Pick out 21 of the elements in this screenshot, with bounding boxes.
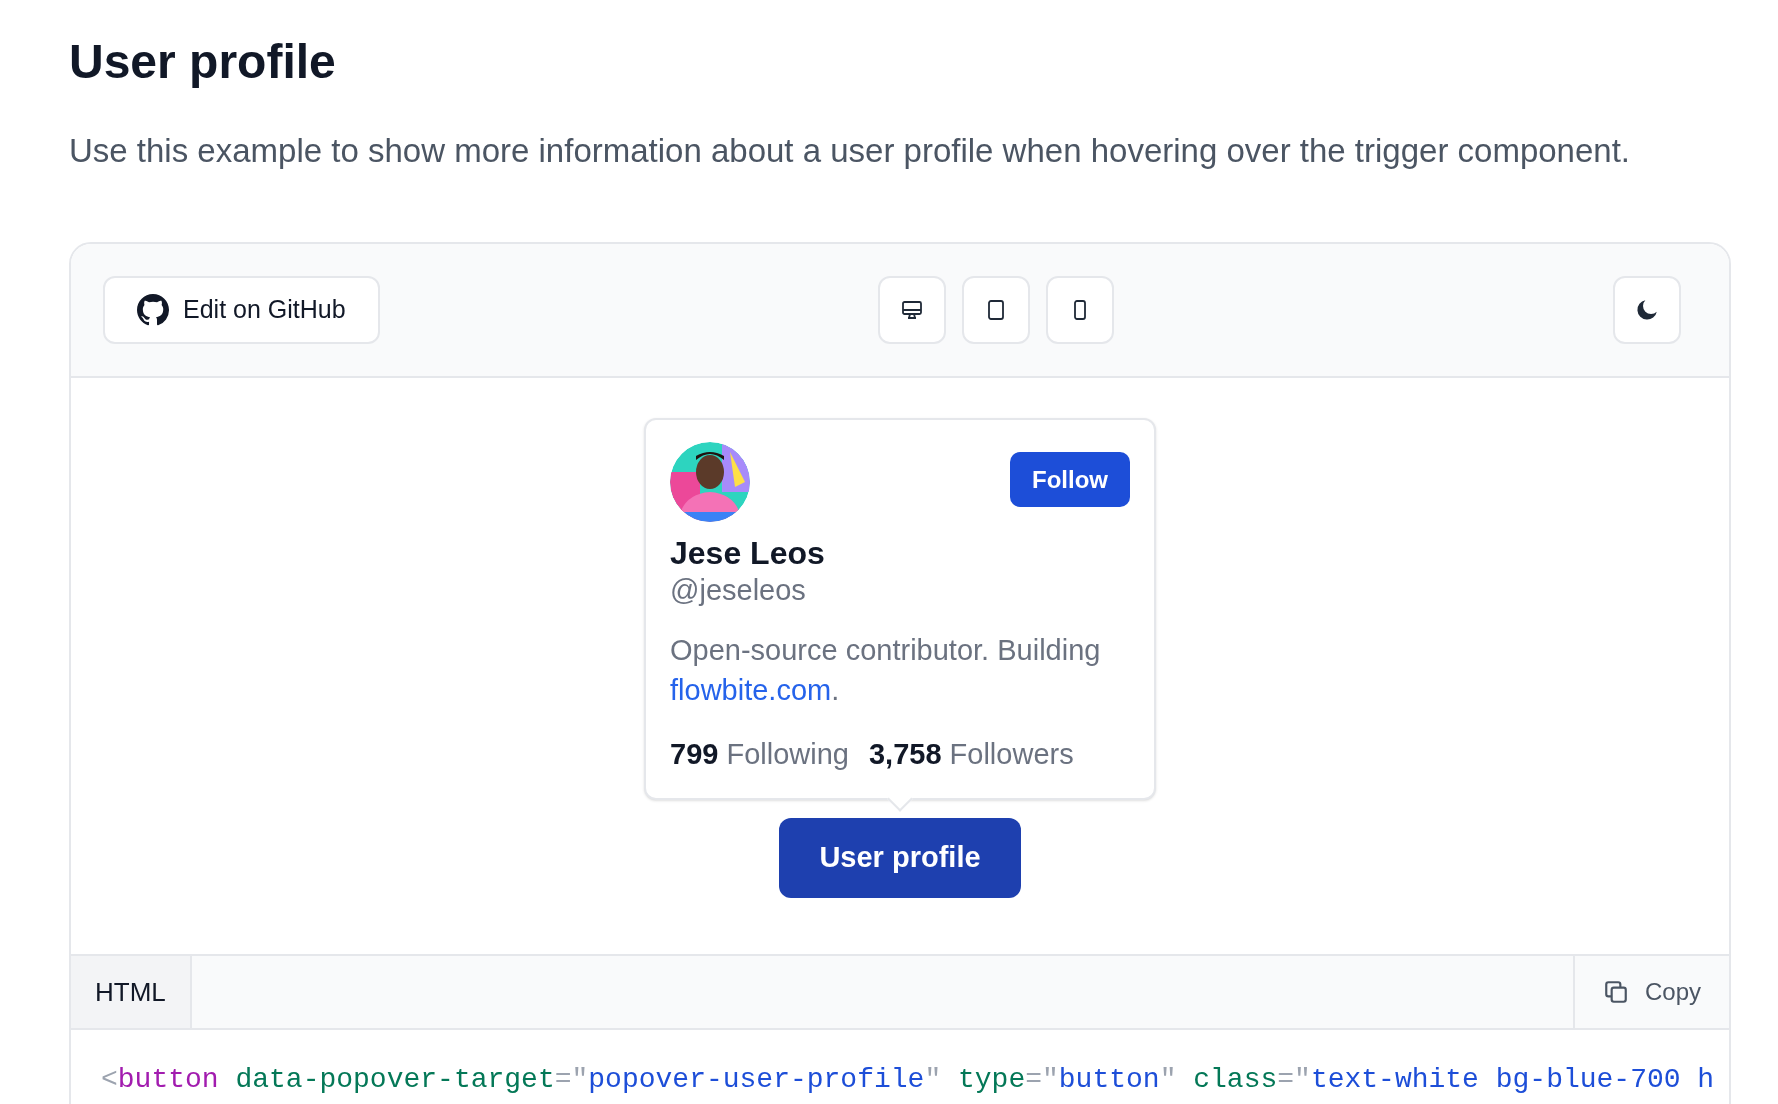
github-icon [137, 294, 169, 326]
copy-button[interactable]: Copy [1572, 956, 1729, 1028]
desktop-icon [900, 298, 925, 322]
profile-bio: Open-source contributor. Building flowbite.com. [670, 633, 1102, 708]
edit-on-github-button[interactable]: Edit on GitHub [103, 276, 380, 344]
profile-stat: 799 Following [670, 737, 849, 772]
profile-stat: 3,758 Followers [868, 737, 1074, 772]
page-description: Use this example to show more information about a user profile when hovering over the trigger component. [69, 131, 1631, 171]
profile-handle: @jeseleos [670, 573, 807, 608]
code-line: <button data-popover-target="popover-user-profile" type="button" class="text-white bg-blue-700 h [101, 1064, 1715, 1095]
device-view-button[interactable] [878, 276, 947, 344]
user-profile-button[interactable]: User profile [779, 818, 1021, 898]
copy-icon [1602, 979, 1629, 1005]
theme-toggle-button[interactable] [1613, 276, 1681, 344]
follow-button[interactable]: Follow [1010, 452, 1130, 507]
website-link[interactable]: flowbite.com [670, 674, 832, 706]
device-view-button[interactable] [1046, 276, 1115, 344]
profile-name: Jese Leos [670, 534, 826, 572]
page-title: User profile [69, 34, 337, 90]
device-view-button[interactable] [962, 276, 1031, 344]
code-tab[interactable]: HTML [71, 956, 192, 1028]
